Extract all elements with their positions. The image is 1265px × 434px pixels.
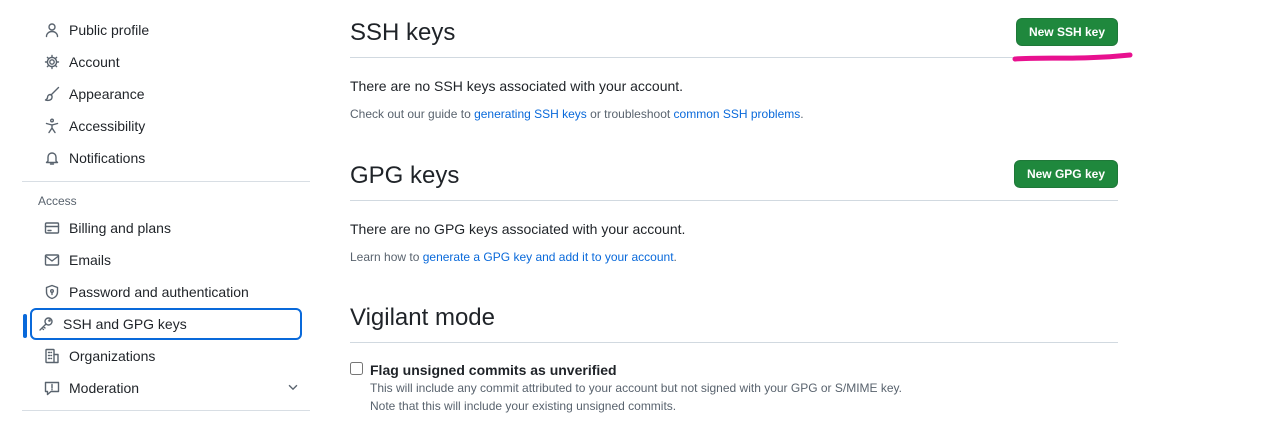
chevron-down-icon[interactable] [286,380,302,396]
sidebar-item-public-profile[interactable]: Public profile [30,14,288,46]
main-content: SSH keys New SSH key There are no SSH ke… [350,0,1118,415]
gpg-keys-header: GPG keys New GPG key [350,142,1118,201]
vigilant-note-1: This will include any commit attributed … [370,381,903,395]
settings-page: Public profile Account Appearance Access… [0,0,1265,434]
generating-ssh-keys-link[interactable]: generating SSH keys [474,107,587,121]
new-ssh-key-button[interactable]: New SSH key [1015,18,1118,46]
ssh-help-prefix: Check out our guide to [350,107,475,121]
report-icon [44,380,60,396]
bell-icon [44,150,60,166]
sidebar-item-label: Notifications [69,150,146,166]
person-icon [44,22,60,38]
sidebar-item-billing[interactable]: Billing and plans [30,212,288,244]
ssh-help-middle: or troubleshoot [586,107,674,121]
sidebar-item-label: Accessibility [69,118,146,134]
settings-sidebar: Public profile Account Appearance Access… [22,14,310,419]
sidebar-item-label: Billing and plans [69,220,171,236]
sidebar-item-label: Moderation [69,380,140,396]
gpg-keys-title: GPG keys [350,162,460,189]
new-gpg-key-button[interactable]: New GPG key [1013,160,1118,188]
organization-icon [44,348,60,364]
ssh-empty-message: There are no SSH keys associated with yo… [350,78,684,94]
gpg-help-suffix: . [673,250,677,264]
sidebar-item-password-auth[interactable]: Password and authentication [30,276,288,308]
sidebar-item-ssh-gpg-keys[interactable]: SSH and GPG keys [23,308,302,340]
sidebar-item-appearance[interactable]: Appearance [30,78,288,110]
gpg-keys-section: GPG keys New GPG key There are no GPG ke… [350,142,1118,265]
ssh-help-suffix: . [800,107,804,121]
sidebar-item-label: Password and authentication [69,284,249,300]
gpg-help-prefix: Learn how to [350,250,423,264]
accessibility-icon [44,118,60,134]
ssh-keys-header: SSH keys New SSH key [350,0,1118,58]
sidebar-item-label: Appearance [69,86,145,102]
gpg-help-text: Learn how to generate a GPG key and add … [350,249,1118,265]
sidebar-item-accessibility[interactable]: Accessibility [30,110,288,142]
key-icon [38,316,54,332]
credit-card-icon [44,220,60,236]
gpg-empty-message: There are no GPG keys associated with yo… [350,221,686,237]
ssh-keys-title: SSH keys [350,19,456,46]
generate-gpg-key-link[interactable]: generate a GPG key and add it to your ac… [423,250,674,264]
sidebar-divider [22,181,310,182]
sidebar-item-moderation[interactable]: Moderation [30,372,298,404]
vigilant-mode-header: Vigilant mode [350,285,1118,343]
active-indicator [23,314,27,338]
mail-icon [44,252,60,268]
flag-unsigned-commits-checkbox[interactable] [350,362,363,375]
vigilant-note-2: Note that this will include your existin… [370,399,677,413]
sidebar-item-label: Organizations [69,348,156,364]
highlight-underline-annotation [1012,52,1133,62]
sidebar-divider [22,410,310,411]
sidebar-item-account[interactable]: Account [30,46,288,78]
vigilant-mode-title: Vigilant mode [350,304,495,331]
sidebar-item-label: Public profile [69,22,150,38]
sidebar-item-label: Emails [69,252,112,268]
gear-icon [44,54,60,70]
flag-unsigned-commits-label[interactable]: Flag unsigned commits as unverified [370,361,1118,379]
vigilant-checkbox-row: Flag unsigned commits as unverified This… [350,361,1118,415]
ssh-keys-section: SSH keys New SSH key There are no SSH ke… [350,0,1118,122]
common-ssh-problems-link[interactable]: common SSH problems [674,107,801,121]
sidebar-item-organizations[interactable]: Organizations [30,340,288,372]
vigilant-mode-section: Vigilant mode Flag unsigned commits as u… [350,285,1118,415]
shield-lock-icon [44,284,60,300]
sidebar-item-label: Account [69,54,120,70]
sidebar-section-heading-access: Access [38,194,77,208]
ssh-help-text: Check out our guide to generating SSH ke… [350,106,1118,122]
sidebar-item-notifications[interactable]: Notifications [30,142,288,174]
sidebar-item-label: SSH and GPG keys [63,316,187,332]
paintbrush-icon [44,86,60,102]
sidebar-item-emails[interactable]: Emails [30,244,288,276]
